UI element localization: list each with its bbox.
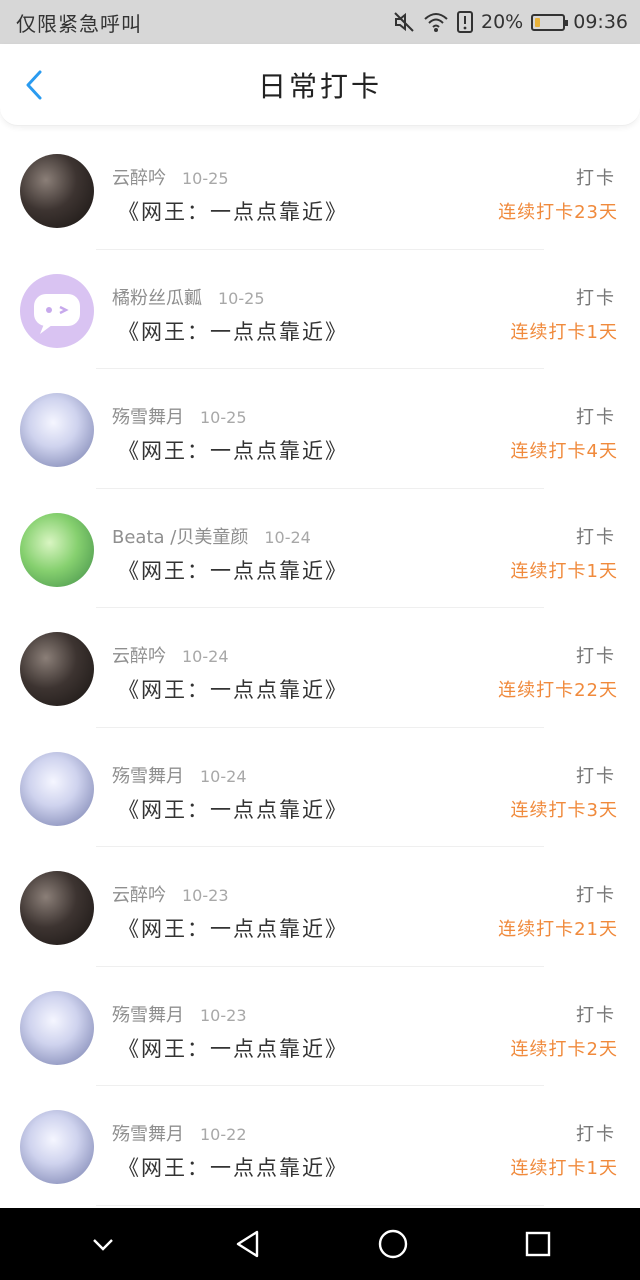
checkin-date: 10-22 [200,1125,247,1144]
user-name-line: Beata /贝美童颜 10-24 [112,523,311,549]
user-name[interactable]: 云醉吟 [112,646,166,667]
book-title[interactable]: 《网王：一点点靠近》 [118,555,348,585]
streak-count: 连续打卡23天 [498,202,618,223]
checkin-label: 打卡 [576,646,616,667]
user-name[interactable]: 殇雪舞月 [112,766,184,787]
streak-count: 连续打卡4天 [510,441,618,462]
user-name-line: 殇雪舞月 10-25 [112,403,247,429]
user-name[interactable]: 殇雪舞月 [112,1124,184,1145]
checkin-list: 云醉吟 10-25 《网王：一点点靠近》 打卡 连续打卡23天 橘粉丝瓜瓤 10-25 《网王… [0,130,640,1208]
sim-alert-icon [457,11,473,33]
streak-count: 连续打卡1天 [510,560,618,582]
list-item[interactable]: 殇雪舞月 10-24 《网王：一点点靠近》 打卡连续打卡3天 [0,728,640,848]
user-name-line: 云醉吟 10-23 [112,881,229,907]
list-item[interactable]: 殇雪舞月 10-25 《网王：一点点靠近》 打卡连续打卡4天 [0,369,640,489]
streak-count: 连续打卡21天 [498,919,618,940]
battery-percent: 20% [481,11,524,33]
user-name-line: 云醉吟 10-24 [112,642,229,668]
book-title[interactable]: 《网王：一点点靠近》 [118,674,348,704]
streak-count: 连续打卡1天 [510,321,618,343]
system-nav-bar [0,1208,640,1280]
avatar[interactable] [20,1110,94,1184]
checkin-label: 打卡 [576,526,616,548]
battery-fill [535,17,541,27]
streak-count: 连续打卡1天 [510,1158,618,1179]
recents-square-icon[interactable] [514,1220,562,1268]
user-name-line: 云醉吟 10-25 [112,164,229,190]
user-name[interactable]: Beata /贝美童颜 [112,527,248,548]
chat-bubble-icon [34,293,80,334]
user-name-line: 橘粉丝瓜瓤 10-25 [112,284,265,310]
page-header: 日常打卡 [0,44,640,126]
book-title[interactable]: 《网王：一点点靠近》 [118,316,348,346]
checkin-date: 10-24 [264,527,311,547]
avatar[interactable] [20,273,94,348]
battery-icon [531,13,569,31]
checkin-date: 10-24 [182,647,229,666]
checkin-label: 打卡 [576,407,616,428]
checkin-label: 打卡 [576,1124,616,1145]
list-item[interactable]: Beata /贝美童颜 10-24 《网王：一点点靠近》 打卡连续打卡1天 [0,489,640,609]
avatar[interactable] [20,871,94,945]
list-item[interactable]: 云醉吟 10-25 《网王：一点点靠近》 打卡连续打卡23天 [0,130,640,250]
book-title[interactable]: 《网王：一点点靠近》 [118,196,348,226]
book-title[interactable]: 《网王：一点点靠近》 [118,1033,348,1063]
page-title: 日常打卡 [257,69,382,103]
checkin-label: 打卡 [576,765,616,787]
clock: 09:36 [573,11,628,33]
avatar[interactable] [20,512,94,587]
avatar[interactable] [20,154,94,228]
mute-icon [394,12,414,32]
back-triangle-icon[interactable] [224,1220,272,1268]
avatar[interactable] [20,393,94,467]
streak-count: 连续打卡22天 [498,680,618,701]
list-item[interactable]: 云醉吟 10-23 《网王：一点点靠近》 打卡连续打卡21天 [0,847,640,967]
user-name-line: 殇雪舞月 10-24 [112,762,247,788]
book-title[interactable]: 《网王：一点点靠近》 [118,435,348,465]
book-title[interactable]: 《网王：一点点靠近》 [118,913,348,943]
user-name[interactable]: 殇雪舞月 [112,1005,184,1026]
user-name[interactable]: 橘粉丝瓜瓤 [112,288,202,309]
wifi-icon [424,13,448,32]
streak-count: 连续打卡3天 [510,799,618,821]
book-title[interactable]: 《网王：一点点靠近》 [118,794,348,824]
list-item[interactable]: 殇雪舞月 10-23 《网王：一点点靠近》 打卡连续打卡2天 [0,967,640,1087]
streak-count: 连续打卡2天 [510,1038,618,1060]
list-item[interactable]: 殇雪舞月 10-22 《网王：一点点靠近》 打卡连续打卡1天 [0,1086,640,1206]
user-name-line: 殇雪舞月 10-23 [112,1001,247,1027]
list-item[interactable]: 云醉吟 10-24 《网王：一点点靠近》 打卡连续打卡22天 [0,608,640,728]
user-name[interactable]: 殇雪舞月 [112,407,184,428]
user-name[interactable]: 云醉吟 [112,885,166,906]
status-bar: 仅限紧急呼叫 20% 09:36 [0,0,640,44]
home-circle-icon[interactable] [369,1220,417,1268]
book-title[interactable]: 《网王：一点点靠近》 [118,1152,348,1182]
back-chevron-icon[interactable] [18,68,52,102]
user-name[interactable]: 云醉吟 [112,168,166,189]
list-item[interactable]: 橘粉丝瓜瓤 10-25 《网王：一点点靠近》 打卡连续打卡1天 [0,250,640,370]
checkin-date: 10-25 [200,408,247,427]
collapse-down-icon[interactable] [79,1220,127,1268]
checkin-date: 10-23 [182,886,229,905]
checkin-label: 打卡 [576,885,616,906]
checkin-date: 10-25 [182,169,229,188]
checkin-label: 打卡 [576,168,616,189]
checkin-date: 10-25 [218,288,265,308]
avatar[interactable] [20,990,94,1065]
checkin-label: 打卡 [576,1004,616,1026]
checkin-date: 10-24 [200,766,247,786]
user-name-line: 殇雪舞月 10-22 [112,1120,247,1146]
avatar[interactable] [20,632,94,706]
checkin-label: 打卡 [576,287,616,309]
carrier-text: 仅限紧急呼叫 [16,11,142,36]
avatar[interactable] [20,751,94,826]
status-icons: 20% 09:36 [393,11,628,33]
checkin-date: 10-23 [200,1005,247,1025]
